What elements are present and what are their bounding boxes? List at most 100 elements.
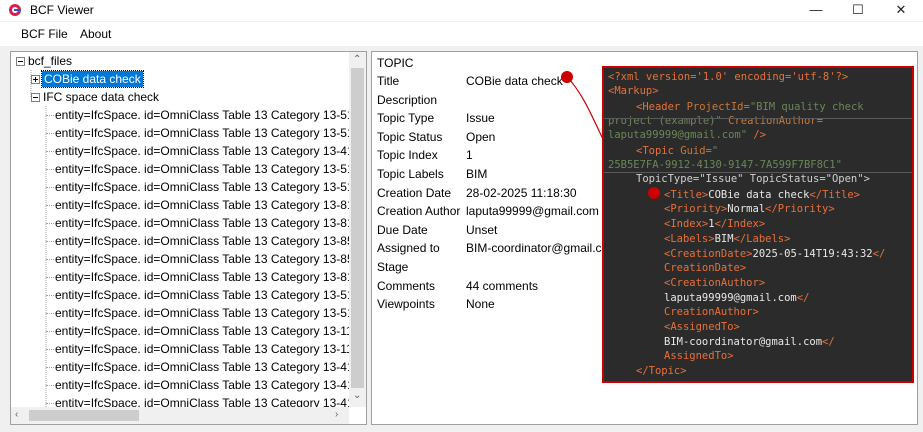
detail-value: BIM	[466, 167, 488, 181]
xml-title-close: </Title>	[809, 189, 860, 201]
detail-label: Description	[377, 92, 438, 107]
tree-connector	[46, 169, 54, 170]
tree-entity-label: entity=IfcSpace. id=OmniClass Table 13 C…	[55, 180, 354, 194]
tree-vertical-scrollbar[interactable]: ⌃ ⌄	[349, 52, 366, 407]
tree-connector	[46, 223, 54, 224]
xml-markup-open: <Markup>	[608, 85, 659, 97]
detail-label: Title	[377, 74, 400, 88]
xml-header-close: />	[747, 129, 767, 141]
tree-entity-label: entity=IfcSpace. id=OmniClass Table 13 C…	[55, 342, 353, 356]
tree-connector	[46, 331, 54, 332]
tree-connector	[46, 205, 54, 206]
xml-divider	[604, 118, 912, 119]
maximize-button[interactable]: ☐	[836, 0, 880, 21]
xml-cauthor-open: <CreationAuthor>	[664, 277, 766, 289]
xml-index-close: </Index>	[714, 218, 766, 230]
tree-connector	[46, 367, 54, 368]
detail-label: Due Date	[377, 222, 428, 237]
detail-value: Issue	[466, 111, 495, 126]
detail-label: Creation Author	[377, 204, 461, 219]
scroll-left-icon[interactable]: ‹	[15, 409, 18, 420]
xml-topic-attr: Guid=	[673, 145, 712, 157]
tree-entity-label: entity=IfcSpace. id=OmniClass Table 13 C…	[55, 360, 354, 374]
xml-header-attr1: ProjectId=	[680, 101, 750, 113]
xml-topic-val: "	[711, 145, 719, 157]
detail-value: Unset	[466, 222, 498, 237]
annotation-dot-title	[561, 71, 573, 83]
close-button[interactable]: ✕	[879, 0, 923, 21]
detail-value: Open	[466, 129, 496, 144]
tree-vertical-scroll-thumb[interactable]	[351, 68, 364, 388]
xml-header-attr2: CreationAuthor=	[721, 115, 823, 127]
tree-entity-label: entity=IfcSpace. id=OmniClass Table 13 C…	[55, 108, 354, 122]
xml-assigned-text: BIM-coordinator@gmail.com	[664, 336, 823, 348]
xml-cauthor-close-b: CreationAuthor>	[664, 306, 759, 318]
xml-topic-close: </Topic>	[636, 365, 687, 377]
annotation-dot-xml-title	[648, 187, 660, 199]
scroll-right-icon[interactable]: ›	[335, 409, 338, 420]
xml-assigned-open: <AssignedTo>	[664, 321, 740, 333]
xml-priority-text: Normal	[727, 203, 766, 215]
detail-label: Topic Labels	[377, 167, 444, 181]
expand-icon[interactable]	[31, 75, 40, 84]
tree-topic-label: IFC space data check	[43, 90, 160, 104]
detail-value: None	[466, 297, 495, 312]
xml-assigned-close-a: </	[822, 336, 835, 348]
tree-entity-label: entity=IfcSpace. id=OmniClass Table 13 C…	[55, 252, 354, 266]
xml-cdate-close-a: </	[872, 248, 886, 260]
xml-priority-open: <Priority>	[664, 203, 728, 215]
tree-entity-label: entity=IfcSpace. id=OmniClass Table 13 C…	[55, 270, 354, 284]
xml-declaration: <?xml version='1.0' encoding='utf-8'?>	[608, 71, 849, 83]
tree-connector	[46, 133, 54, 134]
menu-bcf-file[interactable]: BCF File	[21, 27, 68, 41]
detail-value: laputa99999@gmail.com	[466, 204, 599, 219]
menu-about[interactable]: About	[80, 27, 111, 41]
xml-cdate-text: 2025-05-14T19:43:32	[752, 248, 873, 260]
tree-entity-label: entity=IfcSpace. id=OmniClass Table 13 C…	[55, 162, 354, 176]
xml-header-val2b: laputa99999@gmail.com"	[608, 129, 748, 141]
xml-header-tag: <Header	[636, 101, 681, 113]
tree-connector	[46, 313, 54, 314]
tree-entity-label: entity=IfcSpace. id=OmniClass Table 13 C…	[55, 144, 354, 158]
xml-header-val1b: project (example)"	[608, 115, 722, 127]
tree-connector	[46, 259, 54, 260]
xml-labels-close: </Labels>	[733, 233, 791, 245]
xml-markup-overlay: <?xml version='1.0' encoding='utf-8'?> <…	[602, 66, 914, 383]
tree-connector	[46, 115, 54, 116]
bcf-tree-view[interactable]: bcf_files COBie data check IFC space dat…	[10, 51, 367, 425]
tree-horizontal-scroll-thumb[interactable]	[29, 410, 139, 421]
detail-value: 28-02-2025 11:18:30	[466, 185, 577, 200]
detail-label: Viewpoints	[377, 297, 435, 312]
tree-entity-label: entity=IfcSpace. id=OmniClass Table 13 C…	[55, 198, 354, 212]
title-bar: BCF Viewer — ☐ ✕	[0, 0, 923, 21]
xml-cdate-close-b: CreationDate>	[664, 262, 747, 274]
scroll-down-icon[interactable]: ⌄	[353, 390, 361, 401]
detail-value: 44 comments	[466, 278, 539, 293]
xml-cauthor-close-a: </	[796, 292, 810, 304]
tree-entity-label: entity=IfcSpace. id=OmniClass Table 13 C…	[55, 306, 354, 320]
tree-entity-label: entity=IfcSpace. id=OmniClass Table 13 C…	[55, 288, 354, 302]
tree-entity-label: entity=IfcSpace. id=OmniClass Table 13 C…	[55, 234, 354, 248]
scroll-up-icon[interactable]: ⌃	[353, 54, 361, 65]
tree-connector	[46, 277, 54, 278]
collapse-icon[interactable]	[31, 93, 40, 102]
xml-cdate-open: <CreationDate>	[664, 248, 753, 260]
tree-connector	[46, 349, 54, 350]
tree-connector	[46, 241, 54, 242]
tree-entity-label: entity=IfcSpace. id=OmniClass Table 13 C…	[55, 216, 354, 230]
tree-connector	[46, 295, 54, 296]
detail-label: Creation Date	[377, 185, 452, 200]
detail-value: COBie data check	[466, 74, 563, 88]
xml-cauthor-text: laputa99999@gmail.com	[664, 292, 797, 304]
xml-divider	[604, 172, 912, 173]
collapse-icon[interactable]	[16, 57, 25, 66]
detail-label: Assigned to	[377, 241, 440, 256]
menu-bar: BCF File About	[0, 22, 923, 46]
detail-value: 1	[466, 148, 473, 163]
tree-connector	[46, 187, 54, 188]
app-logo-icon	[9, 4, 21, 16]
xml-header-val1: "BIM quality check	[749, 101, 864, 113]
tree-horizontal-scrollbar[interactable]: ‹ ›	[11, 407, 349, 424]
detail-value: BIM-coordinator@gmail.co	[466, 241, 609, 256]
minimize-button[interactable]: —	[794, 0, 838, 21]
